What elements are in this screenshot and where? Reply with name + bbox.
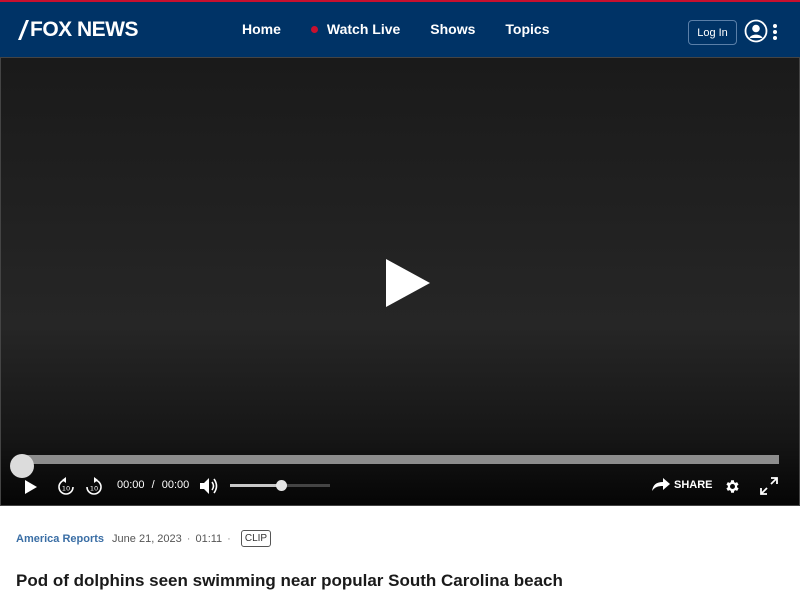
fullscreen-icon[interactable] — [760, 477, 778, 495]
video-player[interactable]: 10 10 00:00 / 00:00 SHARE — [0, 57, 800, 506]
time-separator: / — [151, 479, 155, 491]
time-display: 00:00 / 00:00 — [117, 479, 189, 491]
more-vertical-icon[interactable] — [772, 23, 778, 41]
main-nav: Home Watch Live Shows Topics — [242, 21, 580, 37]
play-icon[interactable] — [23, 479, 39, 495]
video-length: 01:11 — [195, 532, 223, 545]
share-icon — [652, 478, 670, 491]
fox-news-logo[interactable]: FOX NEWS — [16, 16, 139, 44]
volume-slider-handle[interactable] — [276, 480, 287, 491]
nav-watch-live[interactable]: Watch Live — [310, 21, 401, 37]
share-label: SHARE — [674, 479, 713, 491]
nav-watch-live-label: Watch Live — [326, 21, 401, 37]
big-play-icon[interactable] — [385, 258, 431, 308]
show-link[interactable]: America Reports — [16, 533, 104, 545]
nav-shows[interactable]: Shows — [430, 21, 475, 37]
site-header: FOX NEWS Home Watch Live Shows Topics Lo… — [0, 0, 800, 57]
current-time: 00:00 — [117, 479, 145, 491]
nav-shows-label: Shows — [430, 21, 476, 37]
account-icon[interactable] — [744, 19, 768, 43]
nav-home[interactable]: Home — [242, 21, 281, 37]
share-button[interactable]: SHARE — [652, 478, 713, 492]
nav-home-label: Home — [242, 21, 281, 37]
progress-bar[interactable] — [21, 455, 779, 464]
forward-10-icon[interactable]: 10 — [84, 477, 104, 497]
nav-topics-label: Topics — [505, 21, 550, 37]
logo-text: FOX NEWS — [30, 18, 139, 41]
progress-handle[interactable] — [10, 454, 34, 478]
clip-badge: CLIP — [240, 530, 272, 547]
meta-separator: · — [227, 532, 231, 545]
video-meta: America Reports June 21, 2023 · 01:11 · … — [16, 530, 272, 547]
meta-separator: · — [186, 532, 191, 545]
rewind-10-icon[interactable]: 10 — [56, 477, 76, 497]
svg-text:10: 10 — [90, 485, 98, 493]
video-title: Pod of dolphins seen swimming near popul… — [16, 571, 563, 590]
volume-icon[interactable] — [199, 477, 219, 495]
duration: 00:00 — [161, 479, 190, 491]
publish-date: June 21, 2023 — [112, 532, 182, 545]
live-dot-icon — [310, 25, 318, 33]
settings-icon[interactable] — [724, 478, 741, 495]
login-button[interactable]: Log In — [688, 20, 737, 45]
svg-text:10: 10 — [62, 485, 70, 493]
volume-slider-fill — [230, 484, 281, 487]
nav-topics[interactable]: Topics — [505, 21, 549, 37]
